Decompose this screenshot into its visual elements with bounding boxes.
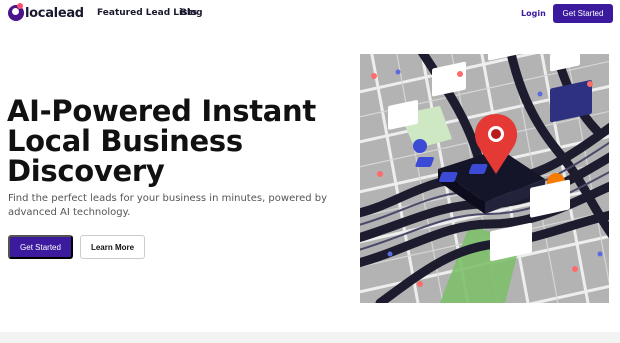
hero-learn-more-button[interactable]: Learn More <box>80 235 145 259</box>
isometric-map-graphic <box>360 54 609 303</box>
login-link[interactable]: Login <box>521 9 546 18</box>
footer-band <box>0 332 620 343</box>
hero-title-line-3: Discovery <box>7 154 165 188</box>
hero-subtitle: Find the perfect leads for your business… <box>8 193 328 218</box>
logo-pin-icon <box>8 3 24 21</box>
hero-title-line-2: Local Business <box>7 124 243 158</box>
brand-name: localead <box>25 5 84 21</box>
top-navbar: localead Featured Lead Lists Blog Login … <box>0 0 620 28</box>
nav-link-blog[interactable]: Blog <box>180 8 203 18</box>
hero-get-started-button[interactable]: Get Started <box>8 235 73 259</box>
hero-title-line-1: AI-Powered Instant <box>7 94 316 128</box>
page: localead Featured Lead Lists Blog Login … <box>0 0 620 343</box>
hero-title: AI-Powered Instant Local Business Discov… <box>7 96 347 186</box>
logo[interactable]: localead <box>8 3 84 21</box>
map-illustration <box>360 54 609 303</box>
nav-get-started-button[interactable]: Get Started <box>553 4 613 23</box>
